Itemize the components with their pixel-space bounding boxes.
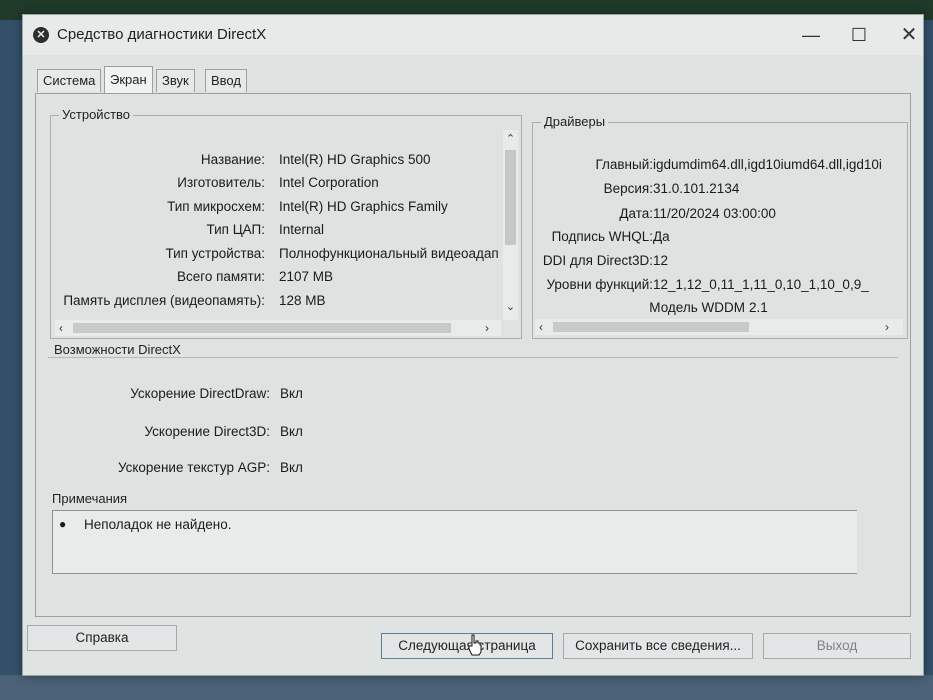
maximize-button[interactable]: ☐ (841, 21, 877, 49)
device-info-list: Название: Intel(R) HD Graphics 500 Изгот… (55, 130, 501, 320)
row-label: Дата: (619, 206, 653, 221)
driver-row-wddm: Модель WDDM 2.1 (535, 300, 903, 317)
desktop-background-bottom (0, 675, 933, 700)
row-label: Тип микросхем: (167, 199, 265, 214)
close-button[interactable]: ✕ (891, 21, 927, 49)
device-row-total-memory: Всего памяти: 2107 MB (55, 269, 501, 291)
device-group: Устройство Название: Intel(R) HD Graphic… (50, 107, 522, 339)
chevron-right-icon[interactable]: › (885, 319, 889, 335)
row-value: Вкл (280, 386, 303, 401)
drivers-info-list: Главный: igdumdim64.dll,igd10iumd64.dll,… (535, 137, 903, 317)
device-horizontal-scrollbar[interactable]: ‹ › (55, 320, 501, 336)
scroll-thumb[interactable] (553, 322, 749, 332)
device-group-title: Устройство (59, 107, 134, 122)
chevron-left-icon[interactable]: ‹ (539, 319, 543, 335)
driver-row-ddi: DDI для Direct3D: 12 (535, 253, 903, 275)
row-label: Уровни функций: (546, 277, 653, 292)
row-label: Память дисплея (видеопамять): (63, 293, 265, 308)
dxdiag-window: ✕ Средство диагностики DirectX — ☐ ✕ Сис… (22, 14, 924, 676)
device-row-manufacturer: Изготовитель: Intel Corporation (55, 175, 501, 197)
row-value: Да (653, 229, 670, 244)
device-vertical-scrollbar[interactable]: ⌃ ⌄ (503, 130, 518, 320)
directx-features-title: Возможности DirectX (54, 342, 181, 357)
title-bar[interactable]: ✕ Средство диагностики DirectX — ☐ ✕ (23, 15, 923, 55)
row-value: 128 MB (279, 293, 326, 308)
row-value: Internal (279, 222, 325, 237)
chevron-right-icon[interactable]: › (485, 320, 489, 336)
notes-item: Неполадок не найдено. (84, 517, 232, 532)
row-label: Ускорение текстур AGP: (117, 460, 270, 475)
row-label: Главный: (595, 157, 653, 172)
row-label: Тип устройства: (165, 246, 265, 261)
row-value: 11/20/2024 03:00:00 (653, 206, 776, 221)
device-row-name: Название: Intel(R) HD Graphics 500 (55, 152, 501, 174)
directx-row-directdraw: Ускорение DirectDraw: Вкл (46, 386, 303, 406)
save-all-info-button[interactable]: Сохранить все сведения... (563, 633, 753, 659)
driver-row-feature-levels: Уровни функций: 12_1,12_0,11_1,11_0,10_1… (535, 277, 903, 299)
exit-button[interactable]: Выход (763, 633, 911, 659)
row-value: Вкл (280, 424, 303, 439)
row-value: igdumdim64.dll,igd10iumd64.dll,igd10i (653, 157, 882, 172)
row-value: 2.1 (749, 300, 768, 315)
row-label: Всего памяти: (176, 269, 265, 284)
help-button[interactable]: Справка (27, 625, 177, 651)
row-label: Ускорение DirectDraw: (130, 386, 270, 401)
chevron-up-icon[interactable]: ⌃ (503, 132, 518, 145)
driver-row-whql: Подпись WHQL: Да (535, 229, 903, 251)
directx-row-direct3d: Ускорение Direct3D: Вкл (46, 424, 302, 444)
drivers-group: Драйверы Главный: igdumdim64.dll,igd10iu… (532, 114, 908, 339)
row-value: 12 (653, 253, 669, 268)
tab-system[interactable]: Система (37, 69, 102, 92)
device-row-display-memory: Память дисплея (видеопамять): 128 MB (55, 293, 501, 315)
bullet-icon: ● (59, 517, 67, 531)
drivers-horizontal-scrollbar[interactable]: ‹ › (535, 319, 903, 335)
directx-row-agp: Ускорение текстур AGP: Вкл (46, 460, 303, 480)
tab-sound[interactable]: Звук (156, 69, 195, 92)
row-label: Версия: (603, 181, 653, 196)
desktop-background-left (0, 20, 22, 700)
row-label: Изготовитель: (177, 175, 265, 190)
row-value: Intel(R) HD Graphics Family (279, 199, 448, 214)
row-label: Ускорение Direct3D: (144, 424, 270, 439)
row-value: Intel Corporation (279, 175, 379, 190)
tab-input[interactable]: Ввод (205, 69, 247, 92)
row-label: DDI для Direct3D: (542, 253, 653, 268)
scroll-thumb[interactable] (505, 150, 516, 245)
minimize-button[interactable]: — (793, 21, 829, 49)
row-label: Название: (200, 152, 265, 167)
device-row-device-type: Тип устройства: Полнофункциональный виде… (55, 246, 501, 268)
tab-display[interactable]: Экран (104, 66, 153, 93)
notes-box[interactable]: ● Неполадок не найдено. (52, 510, 857, 574)
scroll-thumb[interactable] (73, 323, 451, 333)
device-row-chip-type: Тип микросхем: Intel(R) HD Graphics Fami… (55, 199, 501, 221)
row-value: Вкл (280, 460, 303, 475)
row-value: Полнофункциональный видеоадап (279, 246, 499, 261)
row-label: Подпись WHQL: (551, 229, 653, 244)
row-value: 12_1,12_0,11_1,11_0,10_1,10_0,9_ (653, 277, 869, 292)
drivers-group-title: Драйверы (541, 114, 609, 129)
driver-row-version: Версия: 31.0.101.2134 (535, 181, 903, 203)
chevron-down-icon[interactable]: ⌄ (503, 300, 518, 313)
notes-title: Примечания (52, 491, 128, 506)
mouse-cursor-icon (468, 634, 482, 656)
row-value: 2107 MB (279, 269, 334, 284)
chevron-left-icon[interactable]: ‹ (59, 320, 63, 336)
driver-row-main: Главный: igdumdim64.dll,igd10iumd64.dll,… (535, 157, 903, 179)
directx-icon: ✕ (33, 27, 49, 43)
device-row-dac-type: Тип ЦАП: Internal (55, 222, 501, 244)
display-tab-panel: Устройство Название: Intel(R) HD Graphic… (35, 93, 911, 617)
row-value: 31.0.101.2134 (653, 181, 740, 196)
row-label: Модель WDDM (649, 300, 745, 315)
divider (48, 357, 898, 358)
row-label: Тип ЦАП: (206, 222, 265, 237)
driver-row-date: Дата: 11/20/2024 03:00:00 (535, 206, 903, 228)
window-title: Средство диагностики DirectX (57, 26, 267, 43)
row-value: Intel(R) HD Graphics 500 (279, 152, 431, 167)
